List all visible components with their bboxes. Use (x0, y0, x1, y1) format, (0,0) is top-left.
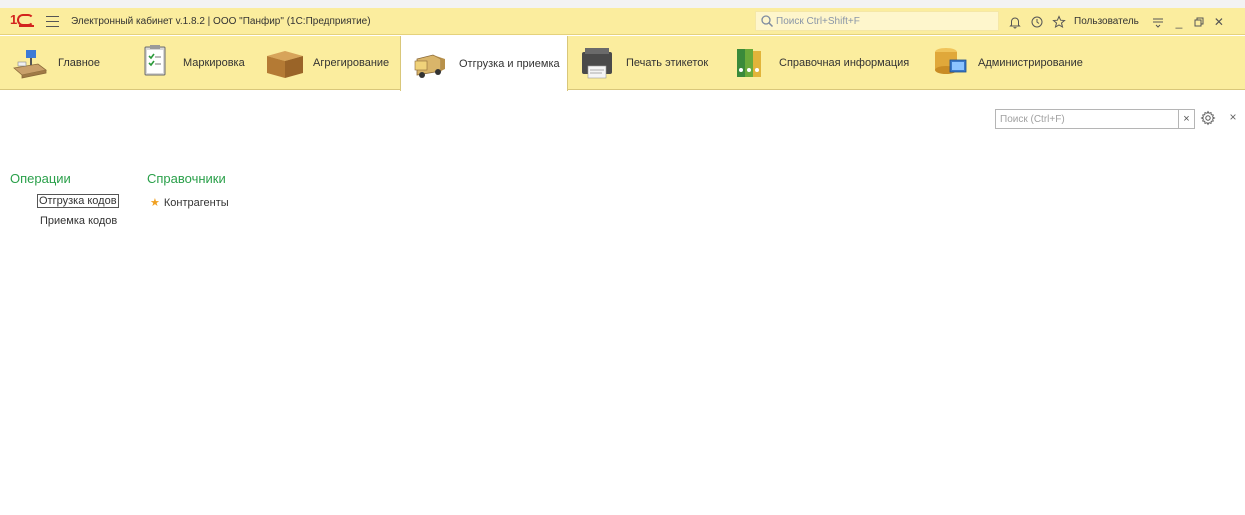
restore-icon[interactable] (1189, 8, 1209, 35)
bell-icon[interactable] (1004, 8, 1026, 35)
content-search-input[interactable]: Поиск (Ctrl+F) × (995, 109, 1195, 129)
close-panel-button[interactable]: × (1227, 110, 1239, 126)
global-search-input[interactable]: Поиск Ctrl+Shift+F (755, 11, 999, 31)
app-title: Электронный кабинет v.1.8.2 | ООО "Панфи… (71, 15, 371, 27)
section-shipping[interactable]: Отгрузка и приемка (400, 36, 568, 91)
sections-panel: Главное Маркировка Агрегирование Отгрузк… (0, 36, 1245, 91)
printer-icon (582, 48, 612, 79)
title-bar: 1 Электронный кабинет v.1.8.2 | ООО "Пан… (0, 8, 1245, 35)
operations-group-title: Операции (10, 171, 71, 186)
link-shipment-codes[interactable]: Отгрузка кодов (37, 194, 119, 208)
favorites-star-icon[interactable] (1048, 8, 1070, 35)
section-label: Печать этикеток (626, 57, 709, 69)
search-icon (761, 15, 774, 28)
binders-icon (737, 49, 761, 77)
global-search-placeholder: Поиск Ctrl+Shift+F (776, 15, 860, 27)
section-label: Отгрузка и приемка (459, 57, 560, 70)
section-main[interactable]: Главное (0, 36, 125, 90)
close-window-icon[interactable]: ✕ (1209, 8, 1229, 35)
1c-logo-icon[interactable]: 1 (10, 12, 34, 28)
desk-icon (13, 50, 47, 79)
gear-icon[interactable] (1200, 110, 1216, 126)
history-icon[interactable] (1026, 8, 1048, 35)
section-marking[interactable]: Маркировка (125, 36, 255, 90)
window-top-strip (0, 0, 1245, 8)
section-label: Главное (58, 57, 101, 69)
settings-menu-icon[interactable] (1147, 8, 1169, 35)
references-group-title: Справочники (147, 171, 226, 186)
section-administration[interactable]: Администрирование (920, 36, 1090, 90)
section-label: Администрирование (978, 57, 1083, 69)
main-menu-icon[interactable] (46, 15, 59, 27)
checklist-icon (144, 45, 166, 76)
section-label: Агрегирование (313, 57, 390, 69)
box-icon (267, 51, 303, 78)
minimize-icon[interactable]: _ (1169, 8, 1189, 35)
clear-search-button[interactable]: × (1178, 110, 1194, 128)
link-receiving-codes[interactable]: Приемка кодов (40, 215, 117, 227)
section-label-printing[interactable]: Печать этикеток (568, 36, 721, 90)
truck-icon (414, 54, 445, 78)
section-aggregation[interactable]: Агрегирование (255, 36, 400, 90)
database-icon (935, 48, 967, 74)
link-label: Контрагенты (163, 197, 229, 209)
user-name[interactable]: Пользователь (1074, 16, 1139, 27)
section-reference-info[interactable]: Справочная информация (721, 36, 920, 90)
section-label: Справочная информация (779, 57, 910, 69)
section-label: Маркировка (183, 57, 245, 69)
favorite-star-icon: ★ (150, 197, 160, 209)
content-search-placeholder: Поиск (Ctrl+F) (1000, 113, 1065, 125)
link-counterparties[interactable]: ★ Контрагенты (150, 196, 229, 209)
